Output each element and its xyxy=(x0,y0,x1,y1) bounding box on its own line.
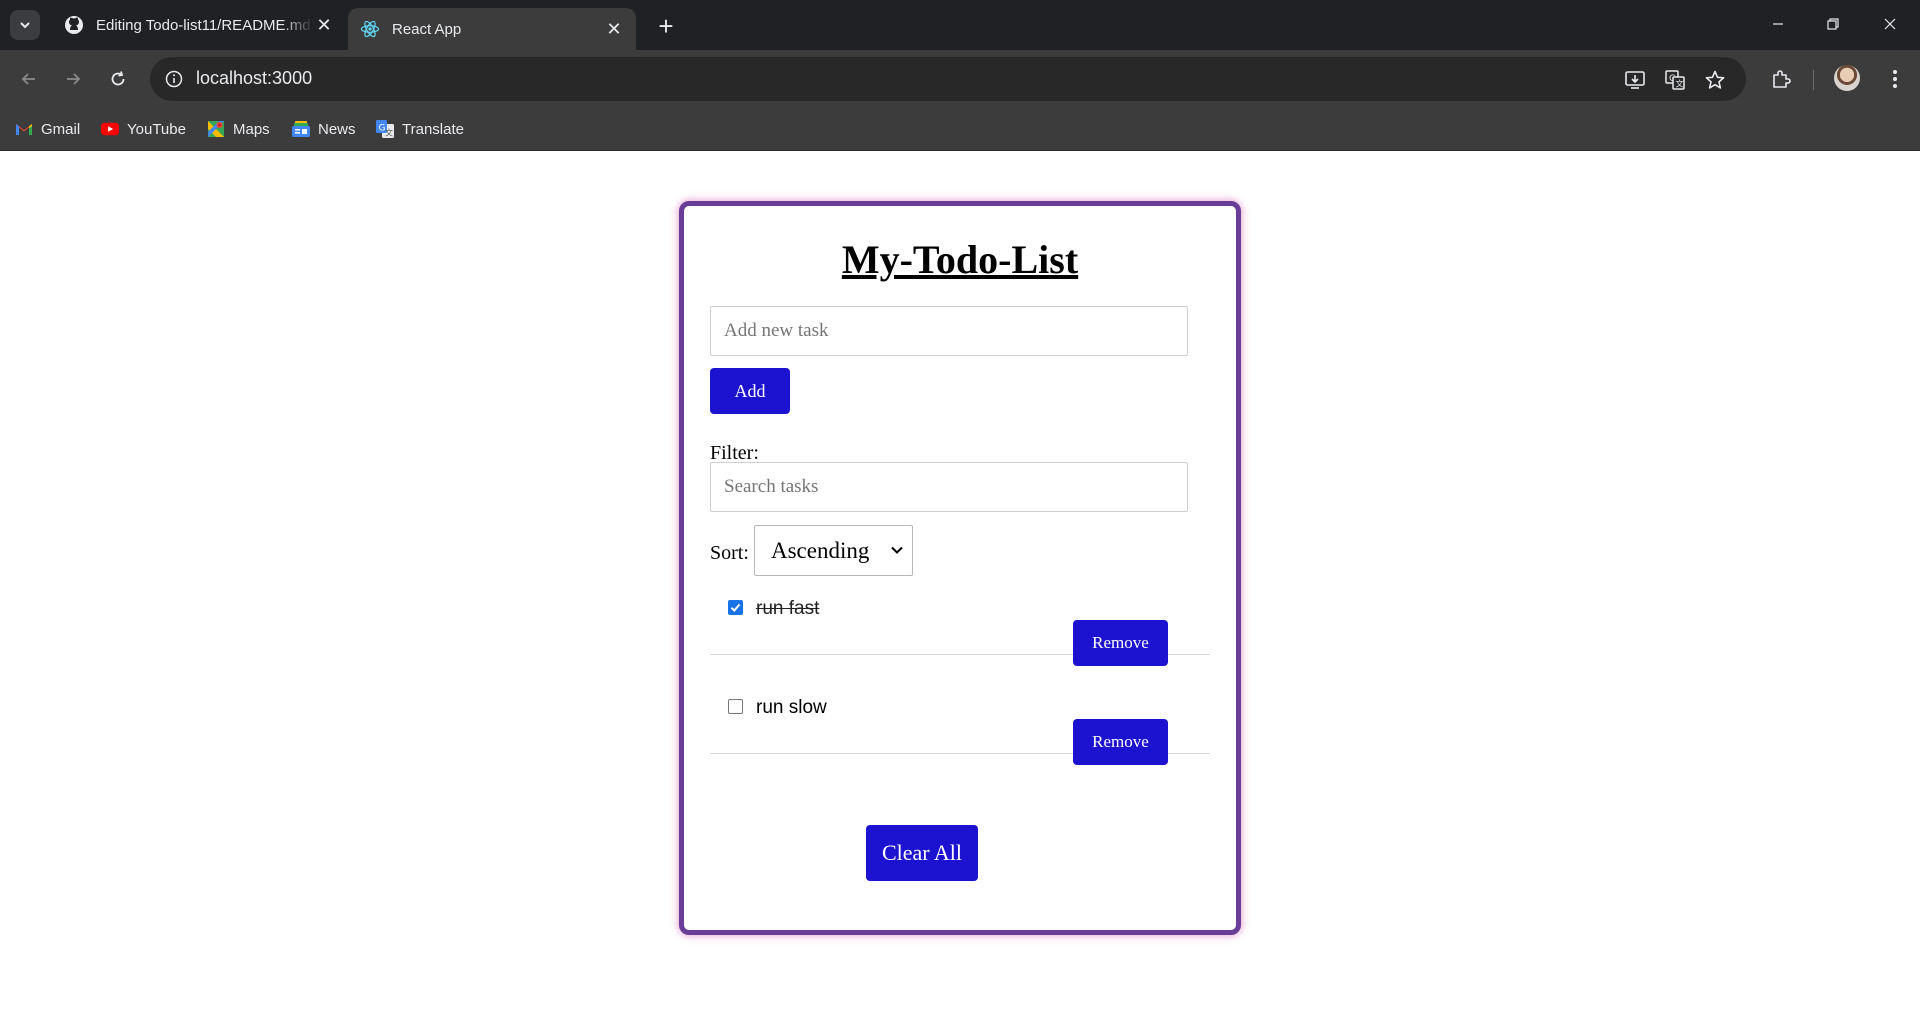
new-tab-button[interactable]: + xyxy=(652,11,680,41)
back-button[interactable] xyxy=(14,64,44,94)
reload-button[interactable] xyxy=(103,64,133,94)
restore-icon xyxy=(1827,18,1839,30)
star-icon[interactable] xyxy=(1702,67,1728,93)
bookmark-label: Translate xyxy=(402,120,464,138)
tab-readme[interactable]: Editing Todo-list11/README.md ✕ xyxy=(52,8,346,42)
bookmark-label: YouTube xyxy=(127,120,186,138)
maps-icon xyxy=(207,120,225,138)
github-icon xyxy=(64,15,84,35)
browser-toolbar: localhost:3000 G文 xyxy=(0,50,1920,108)
checkmark-icon xyxy=(730,603,741,612)
react-icon xyxy=(360,19,380,39)
browser-tab-bar: Editing Todo-list11/README.md ✕ React Ap… xyxy=(0,0,1920,50)
gmail-icon xyxy=(15,120,33,138)
add-button[interactable]: Add xyxy=(710,368,790,414)
chevron-down-icon xyxy=(891,546,903,554)
minimize-icon xyxy=(1773,23,1783,25)
forward-button[interactable] xyxy=(58,64,88,94)
task-checkbox[interactable] xyxy=(728,600,743,615)
close-icon[interactable]: ✕ xyxy=(604,19,624,39)
toolbar-divider xyxy=(1813,70,1814,90)
bookmark-news[interactable]: News xyxy=(292,118,356,140)
tab-react-app[interactable]: React App ✕ xyxy=(348,8,636,50)
page-title: My-Todo-List xyxy=(841,237,1079,282)
bookmark-label: Gmail xyxy=(41,120,81,138)
bookmark-label: Maps xyxy=(233,120,270,138)
bookmarks-bar: Gmail YouTube Maps News G文 Translate xyxy=(0,108,1920,151)
translate-icon: G文 xyxy=(376,120,394,138)
bookmark-maps[interactable]: Maps xyxy=(207,118,270,140)
todo-card: My-Todo-List Add Filter: Sort: Ascending… xyxy=(679,201,1241,935)
install-app-icon[interactable] xyxy=(1622,67,1648,93)
bookmark-youtube[interactable]: YouTube xyxy=(101,118,186,140)
task-checkbox[interactable] xyxy=(728,699,743,714)
arrow-right-icon xyxy=(67,73,81,85)
arrow-left-icon xyxy=(21,73,35,85)
bookmark-translate[interactable]: G文 Translate xyxy=(376,118,464,140)
tab-title: Editing Todo-list11/README.md xyxy=(96,16,311,34)
restore-button[interactable] xyxy=(1817,8,1849,40)
svg-text:文: 文 xyxy=(1676,79,1684,89)
address-bar[interactable]: localhost:3000 G文 xyxy=(150,57,1746,101)
search-input[interactable] xyxy=(710,462,1188,512)
bookmark-gmail[interactable]: Gmail xyxy=(15,118,80,140)
news-icon xyxy=(292,120,310,138)
minimize-button[interactable] xyxy=(1762,8,1794,40)
youtube-icon xyxy=(101,120,119,138)
avatar[interactable] xyxy=(1834,65,1860,91)
reload-icon xyxy=(111,71,125,86)
list-item: run fast Remove xyxy=(710,556,1210,666)
add-task-input[interactable] xyxy=(710,306,1188,356)
task-text: run fast xyxy=(756,598,820,619)
tab-title: React App xyxy=(392,20,462,38)
close-window-button[interactable] xyxy=(1874,8,1906,40)
menu-icon[interactable] xyxy=(1880,64,1910,94)
chevron-down-icon xyxy=(20,22,30,29)
tab-search-button[interactable] xyxy=(10,10,40,40)
translate-page-icon[interactable]: G文 xyxy=(1662,67,1688,93)
list-item: run slow Remove xyxy=(710,655,1210,765)
svg-text:文: 文 xyxy=(385,128,393,138)
site-info-icon[interactable] xyxy=(162,67,186,91)
close-icon xyxy=(1884,18,1896,30)
remove-button[interactable]: Remove xyxy=(1073,719,1168,765)
bookmark-label: News xyxy=(318,120,356,138)
address-text: localhost:3000 xyxy=(196,68,313,88)
clear-all-button[interactable]: Clear All xyxy=(866,825,978,881)
task-text: run slow xyxy=(756,697,827,718)
extensions-icon[interactable] xyxy=(1766,64,1796,94)
close-icon[interactable]: ✕ xyxy=(314,15,334,35)
